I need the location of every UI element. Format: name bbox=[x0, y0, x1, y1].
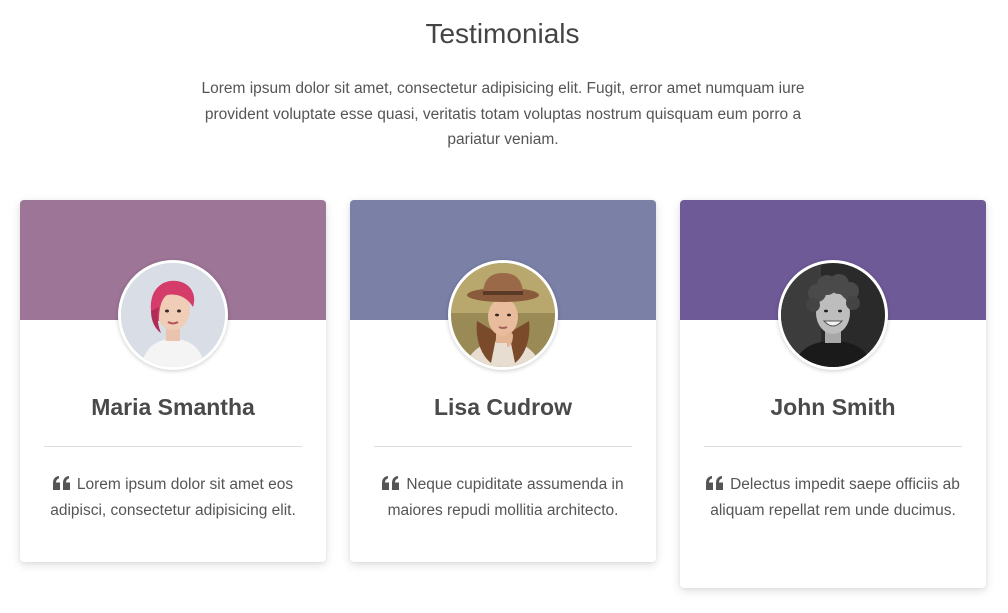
testimonial-card: John Smith Delectus impedit saepe offici… bbox=[680, 200, 986, 588]
testimonial-quote-text: Neque cupiditate assumenda in maiores re… bbox=[387, 476, 624, 519]
section-title: Testimonials bbox=[425, 18, 580, 49]
section-intro: Lorem ipsum dolor sit amet, consectetur … bbox=[201, 80, 805, 148]
testimonial-quote-text: Delectus impedit saepe officiis ab aliqu… bbox=[710, 476, 960, 519]
testimonial-name: Maria Smantha bbox=[91, 394, 255, 420]
testimonials-section: Testimonials Lorem ipsum dolor sit amet,… bbox=[0, 0, 1008, 613]
testimonial-quote: Neque cupiditate assumenda in maiores re… bbox=[366, 472, 640, 523]
testimonial-quote-text: Lorem ipsum dolor sit amet eos adipisci,… bbox=[50, 476, 296, 519]
quote-left-icon bbox=[382, 476, 400, 490]
avatar bbox=[778, 260, 888, 370]
testimonial-card: Lisa Cudrow Neque cupiditate assumenda i… bbox=[350, 200, 656, 562]
divider bbox=[704, 446, 962, 447]
testimonial-name: Lisa Cudrow bbox=[433, 394, 572, 420]
quote-left-icon bbox=[706, 476, 724, 490]
testimonial-quote: Delectus impedit saepe officiis ab aliqu… bbox=[696, 472, 970, 523]
avatar bbox=[118, 260, 228, 370]
avatar bbox=[448, 260, 558, 370]
woman-pink-hair-avatar bbox=[121, 263, 225, 367]
testimonial-name: John Smith bbox=[770, 394, 896, 420]
quote-left-icon bbox=[52, 476, 70, 490]
testimonial-card: Maria Smantha Lorem ipsum dolor sit amet… bbox=[20, 200, 326, 562]
divider bbox=[374, 446, 632, 447]
testimonial-quote: Lorem ipsum dolor sit amet eos adipisci,… bbox=[36, 472, 310, 523]
man-curly-hair-avatar bbox=[781, 263, 885, 367]
woman-hat-avatar bbox=[451, 263, 555, 367]
divider bbox=[44, 446, 302, 447]
